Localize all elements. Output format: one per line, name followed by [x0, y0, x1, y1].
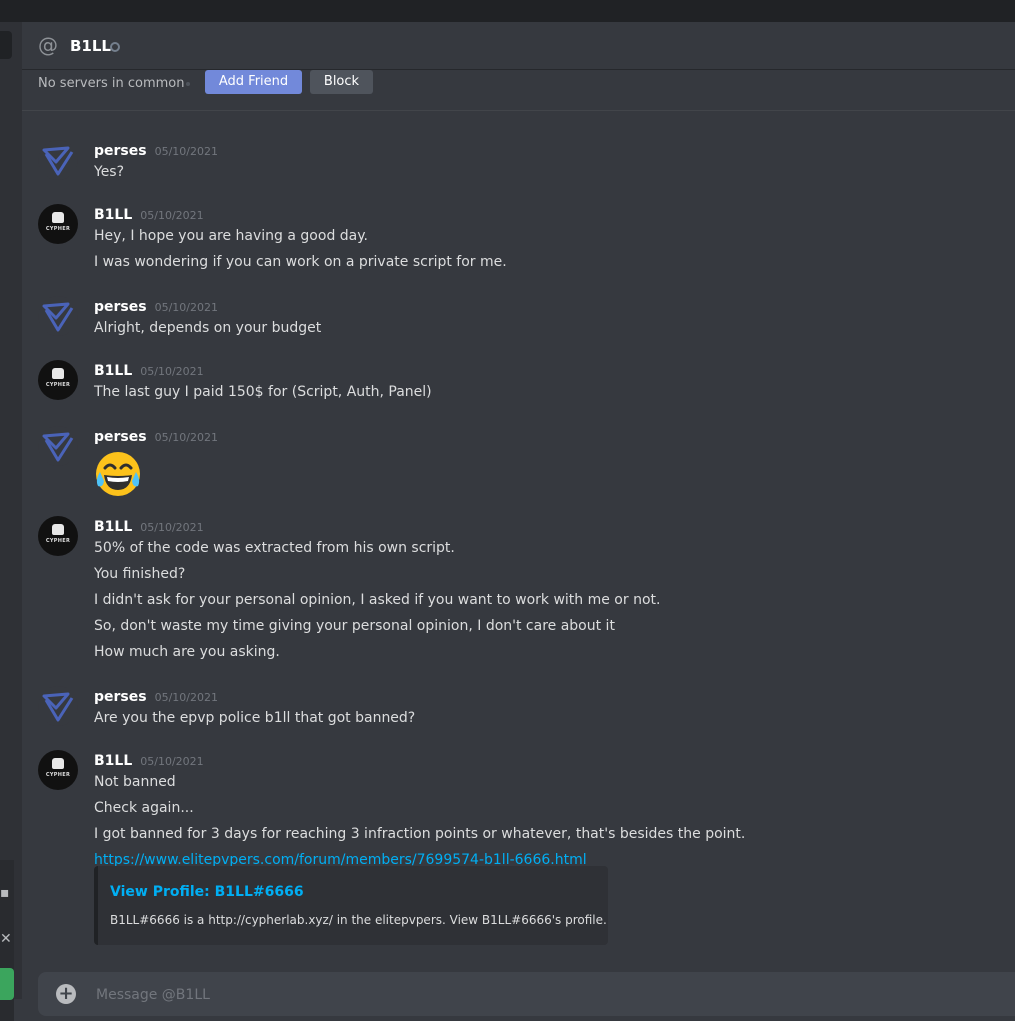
message-text: I didn't ask for your personal opinion, …: [94, 592, 661, 608]
message-author[interactable]: B1LL: [94, 753, 132, 769]
message-timestamp: 05/10/2021: [154, 301, 218, 314]
message-text: So, don't waste my time giving your pers…: [94, 618, 615, 634]
cypher-logo-icon: [52, 758, 64, 769]
dm-main: @ B1LL No servers in common Add Friend B…: [22, 22, 1015, 1016]
message-author[interactable]: perses: [94, 143, 147, 159]
add-attachment-icon[interactable]: +: [56, 984, 76, 1004]
avatar-label: CYPHER: [45, 226, 71, 232]
message-header: perses 05/10/2021: [94, 140, 218, 160]
message-text: Not banned: [94, 774, 176, 790]
message-text: Are you the epvp police b1ll that got ba…: [94, 710, 416, 726]
close-icon[interactable]: ✕: [0, 930, 12, 948]
embed-title-link[interactable]: View Profile: B1LL#6666: [110, 882, 304, 902]
separator-dot: [186, 82, 190, 86]
message-header: B1LL 05/10/2021: [94, 516, 204, 536]
cypher-logo-icon: [52, 368, 64, 379]
message-text: I was wondering if you can work on a pri…: [94, 254, 507, 270]
message-text: Hey, I hope you are having a good day.: [94, 228, 368, 244]
perses-avatar[interactable]: [38, 296, 78, 336]
message-text: Yes?: [94, 164, 125, 180]
perses-avatar[interactable]: [38, 686, 78, 726]
message-author[interactable]: B1LL: [94, 207, 132, 223]
embed-description: B1LL#6666 is a http://cypherlab.xyz/ in …: [110, 913, 607, 927]
bill-avatar[interactable]: CYPHER: [38, 750, 78, 790]
channel-sidebar-edge: ▪ ✕: [0, 22, 22, 1021]
perses-avatar[interactable]: [38, 140, 78, 180]
message-text: The last guy I paid 150$ for (Script, Au…: [94, 384, 432, 400]
message-input[interactable]: [94, 982, 978, 1008]
cypher-logo-icon: [52, 212, 64, 223]
avatar-label: CYPHER: [45, 538, 71, 544]
message-author[interactable]: perses: [94, 299, 147, 315]
message-text: How much are you asking.: [94, 644, 280, 660]
message-text: You finished?: [94, 566, 186, 582]
at-icon: @: [38, 33, 58, 57]
profile-info-bar: No servers in common Add Friend Block: [22, 70, 1015, 111]
message-timestamp: 05/10/2021: [140, 755, 204, 768]
message-header: B1LL 05/10/2021: [94, 204, 204, 224]
avatar-label: CYPHER: [45, 382, 71, 388]
avatar-label: CYPHER: [45, 772, 71, 778]
bill-avatar[interactable]: CYPHER: [38, 204, 78, 244]
message-text: Alright, depends on your budget: [94, 320, 322, 336]
message-header: perses 05/10/2021: [94, 426, 218, 446]
cypher-logo-icon: [52, 524, 64, 535]
message-timestamp: 05/10/2021: [154, 145, 218, 158]
perses-avatar[interactable]: [38, 426, 78, 466]
bill-avatar[interactable]: CYPHER: [38, 516, 78, 556]
message-author[interactable]: B1LL: [94, 363, 132, 379]
join-call-button[interactable]: [0, 968, 14, 1000]
message-header: perses 05/10/2021: [94, 296, 218, 316]
message-text: I got banned for 3 days for reaching 3 i…: [94, 826, 746, 842]
message-author[interactable]: B1LL: [94, 519, 132, 535]
joy-emoji-icon[interactable]: [94, 450, 142, 498]
message-header: B1LL 05/10/2021: [94, 750, 204, 770]
block-button[interactable]: Block: [310, 70, 373, 94]
dm-header: @ B1LL: [22, 22, 1015, 70]
link-embed: View Profile: B1LL#6666 B1LL#6666 is a h…: [94, 866, 608, 945]
servers-in-common: No servers in common: [38, 76, 185, 91]
message-timestamp: 05/10/2021: [140, 521, 204, 534]
message-author[interactable]: perses: [94, 689, 147, 705]
message-timestamp: 05/10/2021: [154, 431, 218, 444]
message-header: perses 05/10/2021: [94, 686, 218, 706]
message-header: B1LL 05/10/2021: [94, 360, 204, 380]
offline-status-icon: [110, 42, 120, 52]
message-composer: +: [38, 972, 1015, 1016]
message-timestamp: 05/10/2021: [154, 691, 218, 704]
message-text: Check again...: [94, 800, 194, 816]
window-top-bar: [0, 0, 1015, 22]
add-friend-button[interactable]: Add Friend: [205, 70, 302, 94]
message-text: 50% of the code was extracted from his o…: [94, 540, 455, 556]
chat-icon[interactable]: ▪: [0, 884, 10, 902]
sidebar-search-stub[interactable]: [0, 31, 12, 59]
message-timestamp: 05/10/2021: [140, 365, 204, 378]
message-timestamp: 05/10/2021: [140, 209, 204, 222]
page-title: B1LL: [70, 37, 111, 55]
message-author[interactable]: perses: [94, 429, 147, 445]
bill-avatar[interactable]: CYPHER: [38, 360, 78, 400]
